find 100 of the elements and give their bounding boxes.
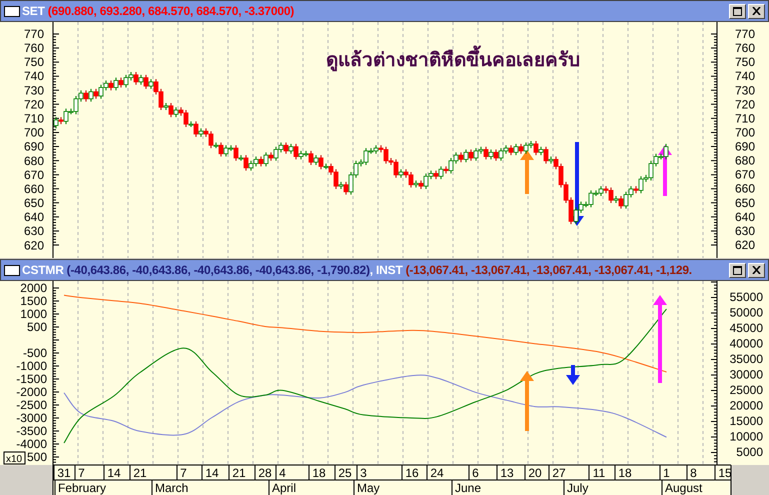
axis-label: -1000 (16, 359, 47, 373)
axis-label: 18 (312, 466, 326, 480)
axis-label: 1000 (20, 307, 47, 322)
axis-label: 40000 (730, 336, 763, 350)
window-icon (4, 264, 20, 276)
axis-label: 630 (735, 224, 756, 238)
series-name: CSTMR (22, 263, 64, 277)
window-icon (4, 6, 20, 16)
axis-label: -3500 (16, 424, 47, 438)
series-name: SET (22, 4, 45, 18)
axis-label: 55000 (730, 290, 763, 304)
maximize-button[interactable] (729, 4, 746, 18)
axis-label: 25 (338, 466, 352, 480)
axis-label: 15000 (730, 414, 763, 428)
axis-label: 720 (735, 97, 756, 112)
axis-label: 500 (26, 450, 47, 464)
series-values: (-13,067.41, -13,067.41, -13,067.41, -13,067.41, -1,129. (406, 263, 692, 277)
axis-label: 700 (24, 126, 44, 140)
axis-label: 16 (405, 466, 419, 480)
axis-label: 4 (279, 466, 286, 480)
axis-label: 24 (430, 466, 444, 480)
axis-label: 670 (24, 168, 44, 182)
axis-label: 760 (735, 41, 756, 56)
axis-label: 690 (24, 140, 44, 154)
close-button[interactable] (748, 262, 765, 278)
axis-label: 14 (205, 466, 219, 480)
axis-label: 710 (24, 112, 44, 126)
axis-label: 11 (592, 466, 606, 480)
axis-label: 1 (663, 466, 670, 480)
up-arrow (520, 150, 534, 194)
axis-label: 3 (360, 466, 367, 480)
axis-label: 620 (735, 238, 756, 252)
axis-label: 740 (735, 69, 756, 84)
axis-label: 500 (26, 320, 47, 334)
axis-label: 660 (24, 182, 44, 196)
axis-label: 25000 (730, 383, 763, 397)
axis-label: 10000 (730, 430, 763, 444)
axis-label: 27 (552, 466, 566, 480)
axis-label: 720 (24, 97, 44, 112)
axis-label: -3000 (16, 411, 47, 425)
close-icon (752, 7, 761, 15)
axis-label: 15 (718, 466, 732, 480)
axis-label: 710 (735, 111, 756, 126)
axis-label: 13 (500, 466, 514, 480)
axis-label: 770 (735, 26, 756, 41)
axis-label: 700 (735, 125, 756, 140)
axis-label: 7 (180, 466, 187, 480)
axis-label: 21 (232, 466, 246, 480)
axis-label: 14 (107, 466, 121, 480)
axis-label: 660 (735, 182, 756, 196)
axis-label: 20 (528, 466, 542, 480)
axis-label: 2000 (20, 281, 47, 296)
axis-label: 640 (735, 210, 756, 224)
axis-label: March (155, 481, 188, 495)
series-values: (-40,643.86, -40,643.86, -40,643.86, -40,643.86, -1,790.82) (66, 263, 370, 277)
axis-label: -1500 (16, 372, 47, 386)
axis-label: 730 (24, 83, 44, 98)
axis-label: 650 (24, 196, 44, 210)
maximize-icon (733, 6, 742, 16)
axis-label: 50000 (730, 306, 763, 320)
series-values: (690.880, 693.280, 684.570, 684.570, -3.37000) (48, 4, 294, 18)
axis-label: -2500 (16, 398, 47, 412)
axis-label: 31 (57, 466, 71, 480)
axis-label: 7 (78, 466, 85, 480)
axis-label: 21 (133, 466, 147, 480)
axis-label: -4000 (16, 437, 47, 451)
maximize-icon (733, 266, 742, 274)
axis-label: 770 (24, 26, 44, 41)
axis-label: 690 (735, 140, 756, 154)
axis-label: May (357, 481, 380, 495)
axis-label: 630 (24, 224, 44, 238)
axis-label: -2000 (16, 385, 47, 399)
close-icon (752, 266, 761, 274)
axis-label: April (272, 481, 296, 495)
scale-badge: x10 (4, 452, 26, 465)
axis-label: 760 (24, 41, 44, 56)
axis-label: 680 (735, 154, 756, 168)
axis-label: 8 (690, 466, 697, 480)
maximize-button[interactable] (729, 262, 746, 278)
axis-label: 750 (24, 55, 44, 70)
axis-label: 28 (258, 466, 272, 480)
axis-label: February (58, 481, 106, 495)
axis-label: 20000 (730, 398, 763, 412)
close-button[interactable] (748, 4, 765, 18)
axis-label: 45000 (730, 321, 763, 335)
axis-label: -500 (22, 346, 47, 360)
axis-label: 640 (24, 210, 44, 224)
down-arrow (566, 365, 580, 385)
axis-label: 740 (24, 69, 44, 84)
axis-label: 670 (735, 168, 756, 182)
axis-label: 680 (24, 154, 44, 168)
axis-label: July (567, 481, 588, 495)
axis-label: 620 (24, 238, 44, 252)
axis-label: August (665, 481, 702, 495)
axis-label: June (455, 481, 482, 495)
axis-label: 750 (735, 55, 756, 70)
axis-label: 35000 (730, 352, 763, 366)
axis-label: 730 (735, 83, 756, 98)
axis-label: 6 (472, 466, 479, 480)
axis-label: 18 (618, 466, 632, 480)
